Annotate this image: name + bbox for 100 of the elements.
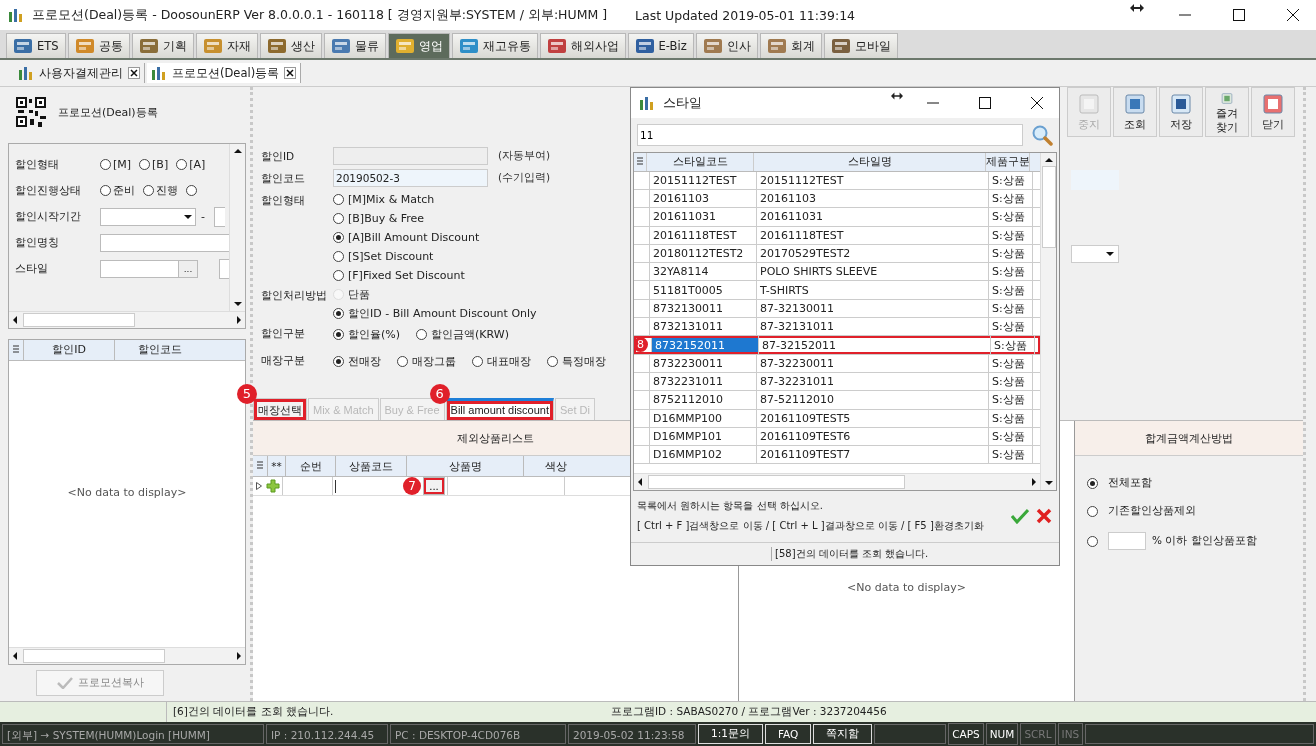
module-tab[interactable]: ETS <box>6 33 66 58</box>
scroll-down-arrow-icon[interactable] <box>233 302 242 306</box>
confirm-icon[interactable] <box>1011 508 1029 525</box>
table-row[interactable]: D16MMP102 20161109TEST7 S:상품 <box>634 446 1040 465</box>
table-row[interactable]: D16MMP100 20161109TEST5 S:상품 <box>634 409 1040 428</box>
table-row[interactable]: 8732230011 87-32230011 S:상품 <box>634 354 1040 373</box>
module-tab[interactable]: 모바일 <box>823 33 898 58</box>
radio-button[interactable] <box>333 251 344 262</box>
lookup-field[interactable]: ... <box>100 259 198 278</box>
detail-tab[interactable]: Bill amount discount <box>445 398 554 420</box>
radio-button[interactable] <box>1087 477 1098 489</box>
radio-button[interactable] <box>139 159 151 170</box>
table-row[interactable]: 20151112TEST 20151112TEST S:상품 <box>634 171 1040 190</box>
radio-button[interactable] <box>1087 505 1098 517</box>
table-row[interactable]: 20161118TEST 20161118TEST S:상품 <box>634 226 1040 245</box>
column-header[interactable]: 순번 <box>285 456 335 476</box>
module-tab[interactable]: 기획 <box>131 33 194 58</box>
table-row[interactable]: 20161103 20161103 S:상품 <box>634 190 1040 209</box>
close-icon[interactable] <box>284 67 297 79</box>
scrollbar-thumb[interactable] <box>648 474 905 489</box>
radio-button[interactable] <box>100 159 111 170</box>
radio-button[interactable] <box>472 356 483 367</box>
table-row[interactable]: 32YA8114 POLO SHIRTS SLEEVE S:상품 <box>634 263 1040 282</box>
taskbar-button[interactable]: 1:1문의 <box>698 724 763 744</box>
module-tab[interactable]: 회계 <box>759 33 822 58</box>
column-header[interactable]: 할인ID <box>23 340 114 360</box>
input-field[interactable] <box>214 206 225 227</box>
module-tab[interactable]: E-Biz <box>627 33 694 58</box>
module-tab[interactable]: 물류 <box>323 33 386 58</box>
table-row[interactable]: 8732130011 87-32130011 S:상품 <box>634 299 1040 319</box>
column-header[interactable]: 상품명 <box>406 456 523 476</box>
search-field[interactable]: 11 <box>637 123 1023 146</box>
column-header[interactable]: 할인코드 <box>114 340 205 360</box>
scrollbar-thumb[interactable] <box>23 313 135 327</box>
vertical-scrollbar[interactable] <box>1040 152 1056 490</box>
column-header[interactable]: 제품구분 <box>985 152 1029 171</box>
input-field[interactable] <box>1108 532 1146 550</box>
table-row[interactable]: 51181T0005 T-SHIRTS S:상품 <box>634 281 1040 300</box>
module-tab[interactable]: 재고유통 <box>451 33 538 58</box>
column-header[interactable]: ** <box>267 456 285 476</box>
radio-button[interactable] <box>143 185 154 196</box>
column-menu-icon[interactable] <box>634 156 646 167</box>
module-tab[interactable]: 인사 <box>695 33 758 58</box>
horizontal-scrollbar[interactable] <box>9 647 245 664</box>
table-row[interactable]: D16MMP101 20161109TEST6 S:상품 <box>634 427 1040 447</box>
table-row[interactable]: 8732131011 87-32131011 S:상품 <box>634 318 1040 337</box>
scroll-up-arrow-icon[interactable] <box>233 149 242 153</box>
horizontal-scrollbar[interactable] <box>634 472 1040 490</box>
radio-button[interactable] <box>333 213 344 224</box>
radio-button[interactable] <box>333 356 344 367</box>
radio-button[interactable] <box>397 356 408 367</box>
detail-tab[interactable]: 매장선택 <box>253 398 307 420</box>
input-field[interactable]: 20190502-3 <box>333 169 488 187</box>
radio-button[interactable] <box>416 329 428 340</box>
column-header[interactable]: 상품코드 <box>335 456 406 476</box>
module-tab[interactable]: 공통 <box>67 33 130 58</box>
vertical-scrollbar[interactable] <box>229 144 245 311</box>
radio-button[interactable] <box>333 270 344 281</box>
scroll-down-arrow-icon[interactable] <box>1044 480 1053 485</box>
column-header[interactable]: 색상 <box>523 456 587 476</box>
scrollbar-thumb[interactable] <box>1041 165 1056 248</box>
add-icon[interactable] <box>264 479 282 493</box>
radio-button[interactable] <box>547 356 558 367</box>
horizontal-scrollbar[interactable] <box>9 311 245 328</box>
scroll-right-arrow-icon[interactable] <box>237 316 241 324</box>
toolbar-button[interactable]: 저장 <box>1159 87 1203 137</box>
radio-button[interactable] <box>100 185 111 196</box>
close-icon[interactable] <box>128 67 140 79</box>
radio-button[interactable] <box>333 329 344 340</box>
table-row[interactable]: 20180112TEST2 20170529TEST2 S:상품 <box>634 244 1040 264</box>
lookup-button[interactable]: ... <box>423 477 445 495</box>
input-field[interactable] <box>219 258 229 279</box>
search-icon[interactable] <box>1031 123 1053 146</box>
input-field[interactable] <box>100 233 229 252</box>
taskbar-button[interactable]: FAQ <box>764 724 812 744</box>
table-row[interactable]: 8752112010 87-52112010 S:상품 <box>634 391 1040 410</box>
scroll-left-arrow-icon[interactable] <box>13 652 17 660</box>
module-tab[interactable]: 영업 <box>387 33 450 58</box>
table-row[interactable]: 8732231011 87-32231011 S:상품 <box>634 372 1040 392</box>
cancel-icon[interactable] <box>1035 508 1053 525</box>
document-tab[interactable]: 사용자결제관리 <box>14 63 145 83</box>
lookup-button[interactable]: ... <box>178 260 197 277</box>
scroll-left-arrow-icon[interactable] <box>13 316 17 324</box>
scroll-up-arrow-icon[interactable] <box>1044 157 1053 162</box>
radio-button[interactable] <box>333 194 344 205</box>
radio-button[interactable] <box>186 185 197 196</box>
radio-button[interactable] <box>176 159 188 170</box>
taskbar-button[interactable]: 쪽지함 <box>813 724 873 744</box>
column-header[interactable]: 스타일명 <box>753 152 985 171</box>
scroll-left-arrow-icon[interactable] <box>638 477 642 486</box>
toolbar-button[interactable]: 즐겨찾기 <box>1205 87 1249 137</box>
module-tab[interactable]: 생산 <box>259 33 322 58</box>
radio-button[interactable] <box>333 308 344 319</box>
module-tab[interactable]: 자재 <box>195 33 258 58</box>
radio-button[interactable] <box>333 232 344 243</box>
document-tab[interactable]: 프로모션(Deal)등록 <box>147 63 302 83</box>
scrollbar-thumb[interactable] <box>23 649 165 663</box>
radio-button[interactable] <box>1087 535 1098 547</box>
toolbar-button[interactable]: 닫기 <box>1251 87 1295 137</box>
scroll-right-arrow-icon[interactable] <box>237 652 241 660</box>
